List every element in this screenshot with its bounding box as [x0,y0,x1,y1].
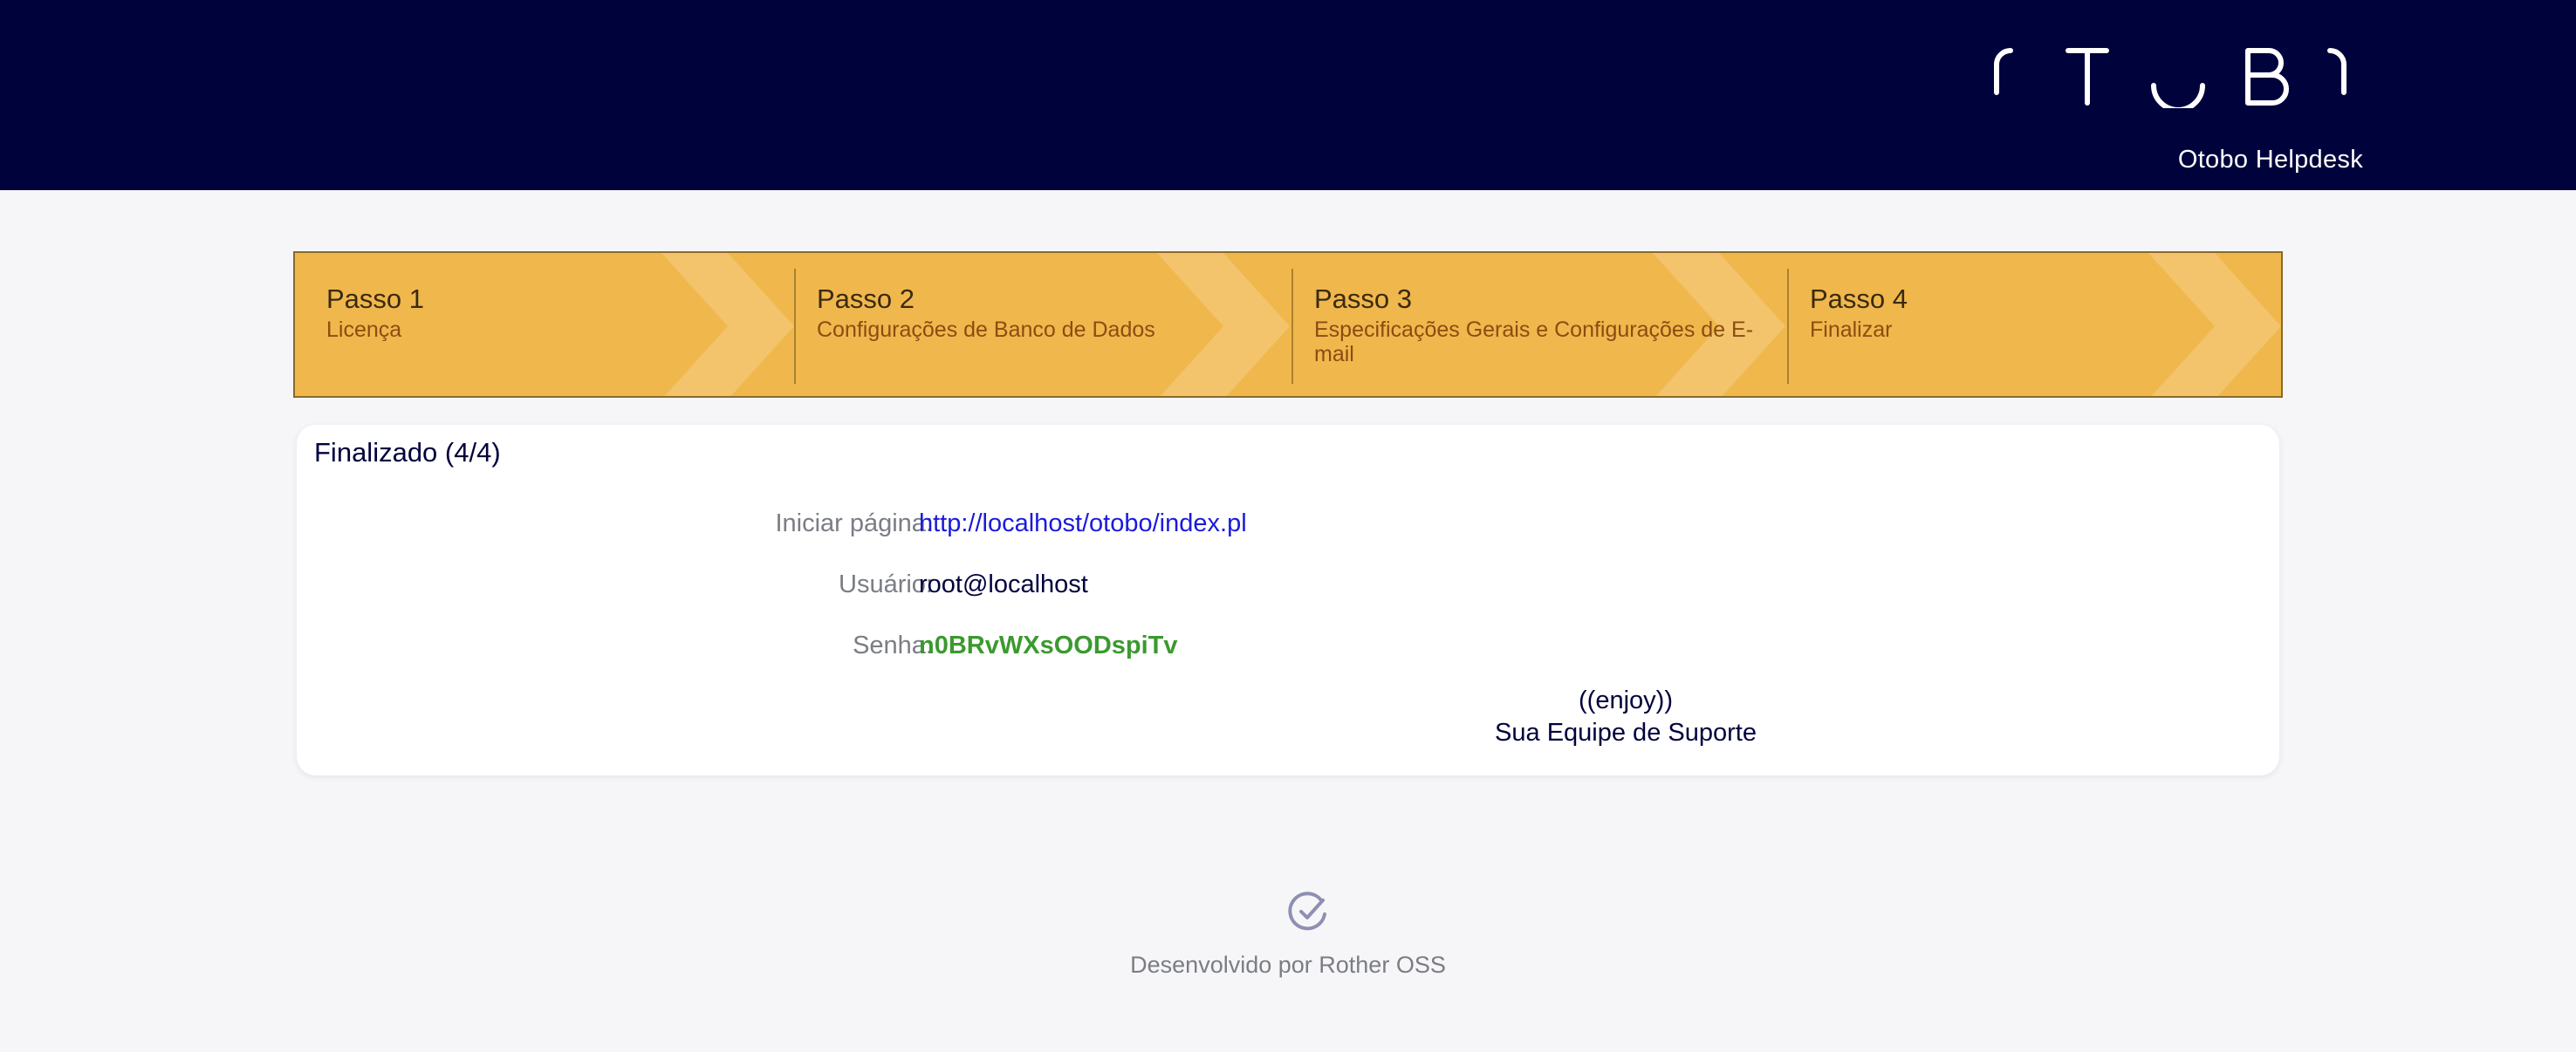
step-1: Passo 1 Licença [326,283,780,342]
panel-title: Finalizado (4/4) [314,437,501,468]
header-bar: Otobo Helpdesk [0,0,2576,190]
password-value: n0BRvWXsOODspiTv [919,632,1178,659]
closing-team: Sua Equipe de Suporte [1495,719,1757,747]
user-value: root@localhost [919,570,1088,598]
closing-enjoy: ((enjoy)) [1579,687,1673,714]
otobo-logo [1994,48,2346,108]
check-circle-icon [1288,891,1326,931]
step-title: Passo 3 [1314,283,1413,314]
step-4: Passo 4 Finalizar [1810,283,2264,342]
footer-credit: Desenvolvido por Rother OSS [1130,952,1446,978]
step-divider [794,269,796,384]
brand-subtitle: Otobo Helpdesk [2177,146,2363,174]
step-title: Passo 2 [817,283,915,314]
step-3: Passo 3 Especificações Gerais e Configur… [1314,283,1768,366]
step-desc: Especificações Gerais e Configurações de… [1314,318,1754,366]
start-page-link[interactable]: http://localhost/otobo/index.pl [919,509,1247,538]
step-desc: Finalizar [1810,318,1893,342]
step-title: Passo 1 [326,283,425,314]
step-divider [1291,269,1293,384]
step-desc: Licença [326,318,402,342]
step-title: Passo 4 [1810,283,1908,314]
start-page-label: Iniciar página: [775,509,933,537]
step-divider [1787,269,1789,384]
finish-panel: Finalizado (4/4) Iniciar página: http://… [297,425,2279,775]
installer-steps: Passo 1 Licença Passo 2 Configurações de… [293,251,2283,398]
step-2: Passo 2 Configurações de Banco de Dados [817,283,1271,342]
step-desc: Configurações de Banco de Dados [817,318,1155,342]
